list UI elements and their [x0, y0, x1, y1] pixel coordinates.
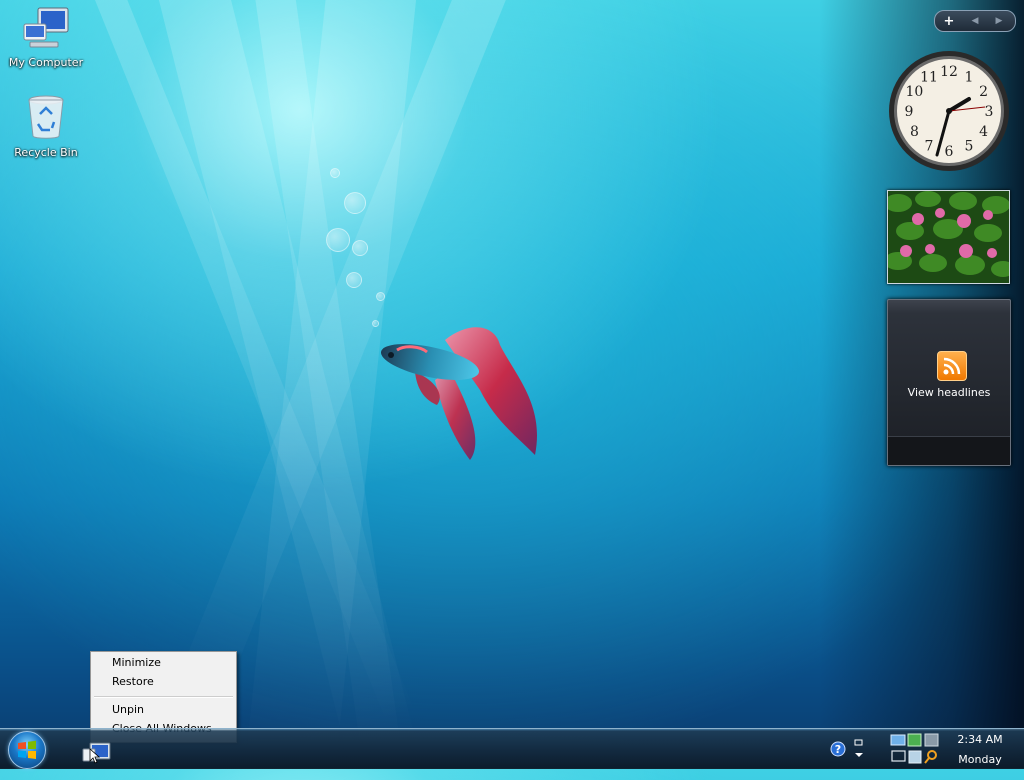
recycle-bin-icon	[28, 95, 64, 139]
my-computer-shortcut[interactable]: My Computer	[6, 6, 86, 69]
show-hidden-icons-icon[interactable]	[852, 729, 866, 769]
slideshow-gadget[interactable]	[887, 190, 1010, 284]
clock-numeral: 12	[940, 64, 958, 80]
start-button[interactable]	[8, 731, 46, 769]
previous-gadgets-button[interactable]: ◀	[963, 16, 987, 26]
clock-numeral: 5	[965, 139, 974, 155]
taskbar: ? 2:34 AM Monday	[0, 728, 1024, 769]
clock-numeral: 3	[985, 104, 994, 120]
clock-numeral: 8	[910, 124, 919, 140]
system-tray-icons	[890, 733, 939, 764]
recycle-bin-label: Recycle Bin	[14, 146, 78, 159]
clock-numeral: 1	[965, 69, 974, 85]
feed-gadget-footer	[888, 436, 1010, 465]
menu-item-unpin[interactable]: Unpin	[112, 703, 144, 716]
clock-numeral: 11	[920, 69, 938, 85]
water-lily-photo	[888, 191, 1009, 283]
computer-icon	[23, 7, 69, 48]
help-icon[interactable]: ?	[828, 729, 848, 769]
windows-logo-icon	[18, 740, 36, 759]
action-center-icon	[924, 733, 939, 747]
volume-icon	[908, 750, 922, 764]
clock-numeral: 10	[905, 84, 923, 100]
computer-icon	[82, 742, 111, 764]
clock-numeral: 9	[905, 104, 914, 120]
display-icon	[891, 750, 906, 762]
rss-icon	[937, 351, 967, 381]
clock-numeral: 2	[979, 84, 988, 100]
taskbar-clock[interactable]: 2:34 AM Monday	[940, 730, 1020, 770]
add-gadget-button[interactable]: +	[935, 14, 963, 29]
menu-item-restore[interactable]: Restore	[112, 675, 154, 688]
clock-gadget[interactable]: 12 12 3 45678 9 1011	[887, 49, 1011, 173]
betta-fish-wallpaper	[380, 327, 537, 460]
recycle-bin-shortcut[interactable]: Recycle Bin	[6, 94, 86, 159]
feed-headlines-gadget[interactable]: View headlines	[887, 299, 1011, 466]
my-computer-label: My Computer	[8, 56, 84, 69]
svg-text:?: ?	[835, 743, 841, 756]
menu-separator	[94, 696, 233, 698]
search-icon	[927, 750, 937, 760]
clock-day: Monday	[958, 753, 1002, 766]
clock-numeral: 4	[979, 124, 988, 140]
view-headlines-link[interactable]: View headlines	[888, 386, 1010, 399]
clock-numeral: 7	[925, 139, 934, 155]
pinned-computer-button[interactable]	[80, 737, 112, 765]
gadget-toolbar: + ◀ ▶	[934, 10, 1016, 32]
menu-item-minimize[interactable]: Minimize	[112, 656, 161, 669]
clock-time: 2:34 AM	[957, 733, 1003, 746]
next-gadgets-button[interactable]: ▶	[987, 16, 1011, 26]
clock-numeral: 6	[945, 144, 954, 160]
network-icon	[890, 734, 906, 746]
security-icon	[907, 733, 922, 747]
